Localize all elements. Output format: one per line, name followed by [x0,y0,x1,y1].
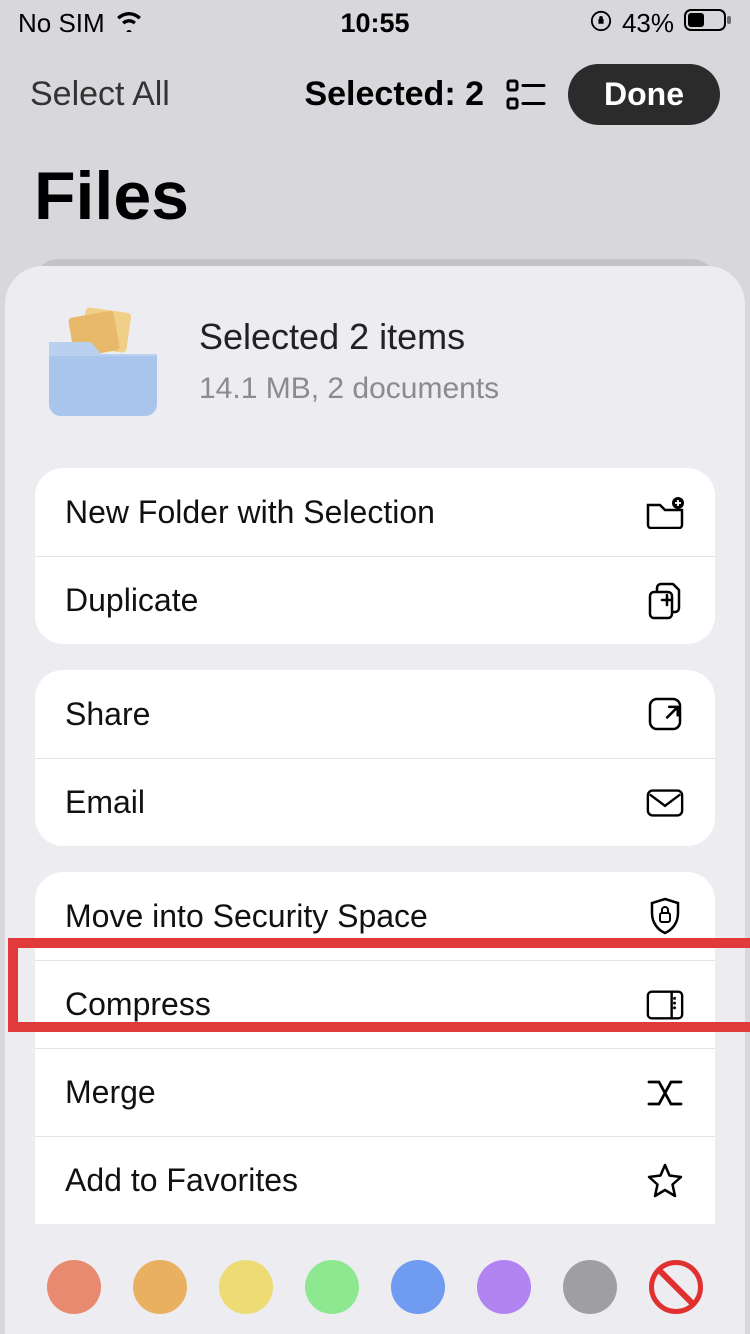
action-label: Duplicate [65,582,198,619]
action-compress[interactable]: Compress [35,960,715,1048]
star-icon [645,1161,685,1201]
done-button[interactable]: Done [568,64,720,125]
select-all-button[interactable]: Select All [30,75,170,114]
page-title: Files [0,135,750,253]
color-tag-row [5,1239,745,1334]
folder-plus-icon [645,492,685,532]
carrier-label: No SIM [18,8,105,39]
color-tag-none[interactable] [649,1260,703,1314]
mail-icon [645,783,685,823]
sheet-title: Selected 2 items [199,316,499,358]
selection-count: Selected: 2 [304,75,484,114]
action-label: Share [65,696,150,733]
color-tag-orange[interactable] [133,1260,187,1314]
merge-icon [645,1073,685,1113]
action-merge[interactable]: Merge [35,1048,715,1136]
list-view-icon [506,78,546,112]
color-tag-green[interactable] [305,1260,359,1314]
sheet-subtitle: 14.1 MB, 2 documents [199,372,499,406]
action-security-space[interactable]: Move into Security Space [35,872,715,960]
color-tag-purple[interactable] [477,1260,531,1314]
action-group-2: Share Email [35,670,715,846]
battery-icon [684,8,732,39]
action-group-3: Move into Security Space Compress Merge … [35,872,715,1224]
color-tag-gray[interactable] [563,1260,617,1314]
action-group-1: New Folder with Selection Duplicate [35,468,715,644]
action-label: New Folder with Selection [65,494,435,531]
battery-percent: 43% [622,8,674,39]
action-duplicate[interactable]: Duplicate [35,556,715,644]
clock: 10:55 [340,8,409,39]
shield-lock-icon [645,896,685,936]
orientation-lock-icon [590,8,612,39]
sheet-header: Selected 2 items 14.1 MB, 2 documents [35,300,715,442]
action-new-folder[interactable]: New Folder with Selection [35,468,715,556]
color-tag-yellow[interactable] [219,1260,273,1314]
action-email[interactable]: Email [35,758,715,846]
color-tag-red[interactable] [47,1260,101,1314]
action-label: Merge [65,1074,156,1111]
action-label: Email [65,784,145,821]
selection-thumbnail [41,306,165,416]
color-tag-blue[interactable] [391,1260,445,1314]
action-label: Add to Favorites [65,1162,298,1199]
action-favorite[interactable]: Add to Favorites [35,1136,715,1224]
status-bar: No SIM 10:55 43% [0,0,750,46]
action-sheet: Selected 2 items 14.1 MB, 2 documents Ne… [5,266,745,1334]
action-label: Move into Security Space [65,898,428,935]
action-label: Compress [65,986,211,1023]
action-share[interactable]: Share [35,670,715,758]
wifi-icon [115,8,143,39]
nav-bar: Select All Selected: 2 Done [0,46,750,135]
duplicate-icon [645,581,685,621]
view-toggle-button[interactable] [504,73,548,117]
share-icon [645,694,685,734]
archive-icon [645,985,685,1025]
